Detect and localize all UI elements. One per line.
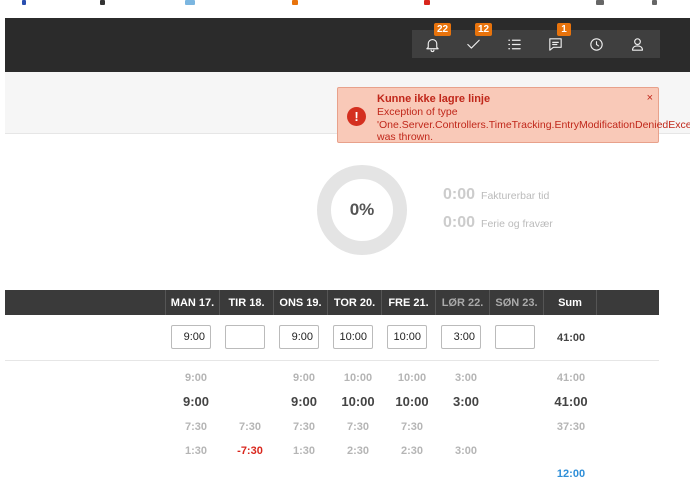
row-cell-sum: 41:00: [556, 372, 586, 384]
error-toast: ! Kunne ikke lagre linje Exception of ty…: [337, 87, 690, 143]
row-cell-mon: 9:00: [184, 372, 208, 384]
row-cell-sum: 41:00: [554, 394, 588, 409]
progress-donut: 0%: [317, 165, 407, 255]
row-cell-tue: 7:30: [238, 421, 262, 433]
row-cell-thu: 10:00: [343, 372, 373, 384]
time-button[interactable]: [576, 30, 617, 58]
clock-icon: [590, 37, 603, 51]
header-fri: FRE 21.: [381, 290, 435, 315]
tasks-button[interactable]: 12: [453, 23, 494, 58]
row-cell-wed: 1:30: [292, 445, 316, 457]
row-cell-fri: 7:30: [400, 421, 424, 433]
absence-label: Ferie og fravær: [481, 218, 553, 230]
row-cell-thu: 2:30: [346, 445, 370, 457]
hours-input-sun[interactable]: [495, 325, 535, 349]
row-cell-fri: 10:00: [397, 372, 427, 384]
row-cell-wed: 9:00: [292, 372, 316, 384]
hours-input-sat[interactable]: [441, 325, 481, 349]
toast-title: Kunne ikke lagre linje: [377, 93, 491, 105]
absence-stat: 0:00 Ferie og fravær: [443, 214, 553, 232]
row-cell-tue: -7:30: [237, 445, 263, 457]
row-cell-mon: 1:30: [184, 445, 208, 457]
row-cell-sat: 3:00: [454, 372, 478, 384]
user-icon: [631, 37, 644, 51]
messages-badge: 1: [557, 23, 571, 36]
row-cell-sat: 3:00: [452, 394, 480, 409]
table-row: 12:00: [5, 468, 659, 488]
progress-percent: 0%: [349, 200, 375, 219]
chat-icon: [549, 37, 562, 51]
billable-stat: 0:00 Fakturerbar tid: [443, 186, 549, 204]
error-icon: !: [347, 107, 366, 126]
absence-value: 0:00: [443, 214, 476, 231]
hours-input-sum: 41:00: [557, 332, 586, 344]
week-table-header: MAN 17. TIR 18. ONS 19. TOR 20. FRE 21. …: [5, 290, 659, 315]
header-mon: MAN 17.: [165, 290, 219, 315]
table-row: 9:00 9:00 10:00 10:00 3:00 41:00: [5, 394, 659, 414]
bell-icon: [426, 38, 439, 52]
hours-input-row: 41:00: [5, 315, 659, 361]
row-cell-sat: 3:00: [454, 445, 478, 457]
profile-button[interactable]: [617, 30, 658, 58]
header-sat: LØR 22.: [435, 290, 489, 315]
row-cell-fri: 10:00: [395, 394, 429, 409]
row-cell-wed: 7:30: [292, 421, 316, 433]
hours-input-wed[interactable]: [279, 325, 319, 349]
close-icon[interactable]: ×: [647, 92, 653, 104]
browser-bookmark-strip: [0, 0, 690, 18]
list-button[interactable]: [494, 30, 535, 58]
toast-message: Exception of type 'One.Server.Controller…: [377, 106, 690, 143]
tasks-badge: 12: [475, 23, 493, 36]
header-sum: Sum: [543, 290, 597, 315]
header-wed: ONS 19.: [273, 290, 327, 315]
row-cell-thu: 7:30: [346, 421, 370, 433]
row-cell-sum-link[interactable]: 12:00: [544, 468, 598, 480]
table-row: 7:30 7:30 7:30 7:30 7:30 37:30: [5, 421, 659, 441]
header-tue: TIR 18.: [219, 290, 273, 315]
header-sun: SØN 23.: [489, 290, 543, 315]
hours-input-fri[interactable]: [387, 325, 427, 349]
checkmark-icon: [467, 39, 480, 49]
row-cell-fri: 2:30: [400, 445, 424, 457]
table-row: 9:00 9:00 10:00 10:00 3:00 41:00: [5, 372, 659, 392]
header-thu: TOR 20.: [327, 290, 381, 315]
notifications-button[interactable]: 22: [412, 23, 453, 58]
hours-input-mon[interactable]: [171, 325, 211, 349]
row-cell-wed: 9:00: [290, 394, 318, 409]
table-row: 1:30 -7:30 1:30 2:30 2:30 3:00: [5, 445, 659, 465]
billable-label: Fakturerbar tid: [481, 190, 550, 202]
hours-input-thu[interactable]: [333, 325, 373, 349]
row-cell-thu: 10:00: [341, 394, 375, 409]
notifications-badge: 22: [434, 23, 452, 36]
top-navbar: 22 12 1: [5, 18, 690, 72]
row-cell-sum: 37:30: [556, 421, 586, 433]
row-cell-mon: 7:30: [184, 421, 208, 433]
row-cell-mon: 9:00: [182, 394, 210, 409]
navbar-icon-group: 22 12 1: [412, 23, 660, 58]
hours-input-tue[interactable]: [225, 325, 265, 349]
billable-value: 0:00: [443, 186, 476, 203]
list-icon: [508, 39, 521, 49]
messages-button[interactable]: 1: [535, 23, 576, 58]
